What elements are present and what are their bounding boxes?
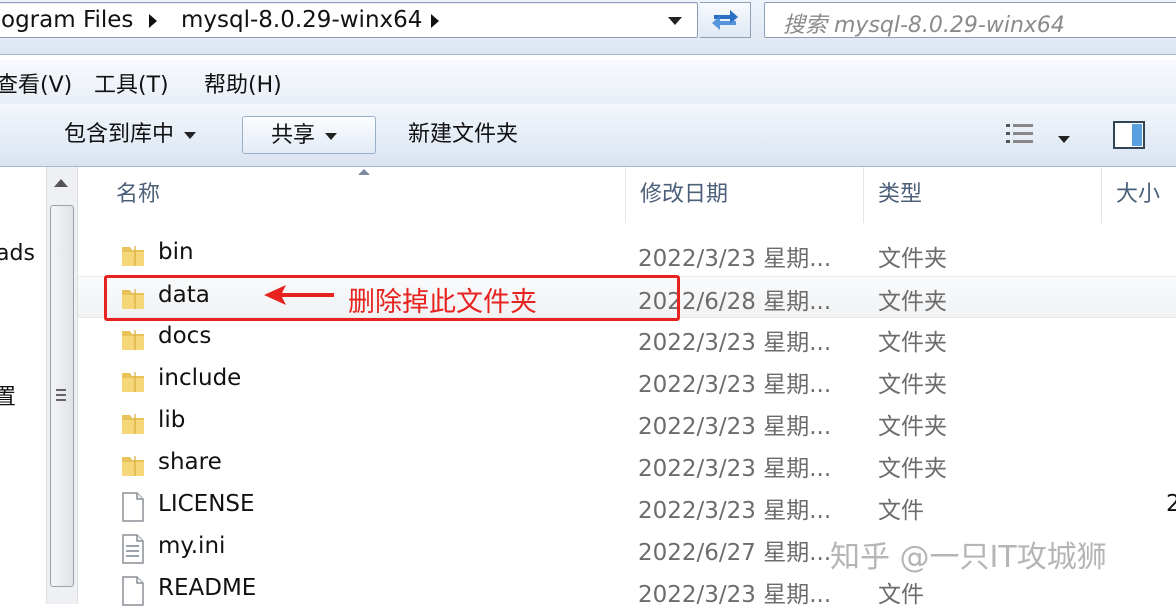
new-folder-button[interactable]: 新建文件夹: [408, 116, 518, 154]
file-size: 2: [1166, 491, 1176, 517]
file-icon: [122, 576, 144, 606]
grip-line: [56, 394, 66, 396]
breadcrumb-chevron-icon[interactable]: [149, 14, 157, 28]
file-name: include: [158, 365, 242, 391]
table-row[interactable]: LICENSE 2022/3/23 星期... 文件 2: [78, 486, 1176, 528]
column-header-type[interactable]: 类型: [864, 167, 1102, 223]
folder-icon: [122, 456, 144, 476]
menu-tools[interactable]: 工具(T): [94, 67, 169, 99]
menu-view[interactable]: 查看(V): [0, 67, 72, 99]
organize-button-partial[interactable]: [0, 116, 4, 154]
view-dropdown-button[interactable]: [1048, 120, 1070, 158]
file-type: 文件夹: [878, 289, 947, 315]
file-date: 2022/3/23 星期...: [638, 414, 832, 440]
file-name: docs: [158, 323, 212, 349]
grip-line: [56, 389, 66, 391]
scrollbar-thumb[interactable]: [50, 205, 74, 587]
menu-bar: 查看(V) 工具(T) 帮助(H): [0, 60, 1176, 105]
breadcrumb-program-files[interactable]: ogram Files: [1, 7, 133, 33]
menu-help[interactable]: 帮助(H): [204, 67, 282, 99]
address-strip: ogram Files mysql-8.0.29-winx64 搜索 mysql…: [0, 0, 1176, 55]
file-date: 2022/3/23 星期...: [638, 246, 832, 272]
file-name: my.ini: [158, 533, 226, 559]
address-history-dropdown-icon[interactable]: [668, 17, 682, 25]
include-in-library-label: 包含到库中: [64, 122, 175, 147]
share-label: 共享: [271, 123, 316, 148]
file-icon: [122, 492, 144, 522]
file-name: bin: [158, 239, 194, 265]
table-row[interactable]: README 2022/3/23 星期... 文件: [78, 570, 1176, 612]
file-date: 2022/3/23 星期...: [638, 330, 832, 356]
nav-scrollbar[interactable]: [46, 167, 78, 604]
chevron-down-icon: [1058, 135, 1070, 143]
file-name: README: [158, 575, 257, 601]
file-type: 文件夹: [878, 246, 947, 272]
refresh-button[interactable]: [700, 2, 751, 38]
column-header-name[interactable]: 名称: [102, 167, 626, 223]
column-header-size[interactable]: 大小: [1102, 167, 1176, 223]
file-type: 文件夹: [878, 330, 947, 356]
search-input[interactable]: 搜索 mysql-8.0.29-winx64: [764, 2, 1176, 38]
watermark: 知乎 @一只IT攻城狮: [830, 540, 1107, 575]
breadcrumb-mysql[interactable]: mysql-8.0.29-winx64: [181, 7, 422, 33]
folder-icon: [122, 330, 144, 350]
file-type: 文件夹: [878, 414, 947, 440]
annotation-arrow-icon: [264, 285, 334, 305]
breadcrumb-chevron-icon[interactable]: [431, 14, 439, 28]
column-header-date[interactable]: 修改日期: [626, 167, 864, 223]
chevron-down-icon: [184, 131, 197, 139]
preview-pane-button[interactable]: [1112, 120, 1146, 158]
nav-item-downloads[interactable]: ads: [0, 241, 35, 266]
scroll-up-icon[interactable]: [54, 179, 68, 187]
share-button[interactable]: 共享: [242, 116, 376, 154]
chevron-down-icon: [325, 132, 338, 140]
file-name: share: [158, 449, 222, 475]
address-bar[interactable]: ogram Files mysql-8.0.29-winx64: [0, 2, 698, 38]
file-date: 2022/6/27 星期...: [638, 540, 832, 566]
grip-line: [56, 399, 66, 401]
file-date: 2022/3/23 星期...: [638, 498, 832, 524]
file-date: 2022/3/23 星期...: [638, 456, 832, 482]
folder-icon: [122, 372, 144, 392]
file-type: 文件: [878, 498, 924, 524]
navigation-pane: ads 置: [0, 167, 46, 604]
folder-icon: [122, 246, 144, 266]
annotation-text: 删除掉此文件夹: [348, 287, 537, 318]
view-options-button[interactable]: [1004, 120, 1036, 158]
table-row[interactable]: include 2022/3/23 星期... 文件夹: [78, 360, 1176, 402]
search-placeholder: 搜索 mysql-8.0.29-winx64: [783, 13, 1065, 38]
file-name: lib: [158, 407, 186, 433]
nav-item-location[interactable]: 置: [0, 379, 16, 411]
command-bar: 包含到库中 共享 新建文件夹: [0, 104, 1176, 167]
table-row[interactable]: bin 2022/3/23 星期... 文件夹: [78, 234, 1176, 276]
folder-icon: [122, 414, 144, 434]
refresh-icon: [712, 10, 738, 30]
ini-file-icon: [122, 534, 144, 564]
include-in-library-button[interactable]: 包含到库中: [64, 116, 197, 154]
file-type: 文件夹: [878, 456, 947, 482]
table-row[interactable]: lib 2022/3/23 星期... 文件夹: [78, 402, 1176, 444]
details-view-icon: [1006, 124, 1033, 143]
table-row[interactable]: docs 2022/3/23 星期... 文件夹: [78, 318, 1176, 360]
file-name: LICENSE: [158, 491, 255, 517]
file-date: 2022/3/23 星期...: [638, 372, 832, 398]
file-type: 文件夹: [878, 372, 947, 398]
preview-pane-icon: [1113, 121, 1145, 149]
table-row[interactable]: share 2022/3/23 星期... 文件夹: [78, 444, 1176, 486]
